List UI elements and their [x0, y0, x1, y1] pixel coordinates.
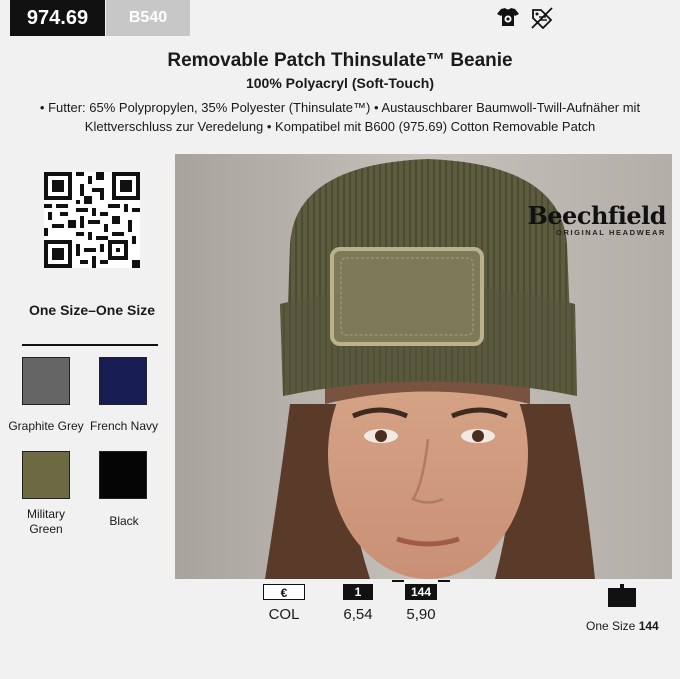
product-photo: Beechfield ORIGINAL HEADWEAR	[175, 154, 672, 579]
packaging-info: One Size 144	[586, 584, 659, 633]
color-label: Graphite Grey	[8, 419, 84, 433]
brand-name: Beechfield	[527, 201, 667, 230]
color-swatch-black[interactable]	[99, 451, 147, 499]
packaging-quantity-value: 144	[638, 619, 659, 633]
color-label: French Navy	[89, 419, 159, 433]
product-title: Removable Patch Thinsulate™ Beanie	[167, 50, 513, 71]
price-tier-1-value: 6,54	[343, 606, 373, 623]
tier-marker-left	[392, 580, 404, 582]
size-range: One Size–One Size	[28, 302, 156, 318]
color-label: Black	[109, 514, 139, 528]
packaging-size-label: One Size	[586, 619, 639, 633]
carton-icon	[607, 584, 637, 612]
embroidery-shirt-icon	[496, 7, 520, 29]
price-tier-1-label: 1	[343, 584, 373, 600]
tier-marker-right	[438, 580, 450, 582]
color-swatch-graphite-grey[interactable]	[22, 357, 70, 405]
currency-label: €	[263, 584, 305, 600]
color-swatch-military-green[interactable]	[22, 451, 70, 499]
brand-logo: Beechfield ORIGINAL HEADWEAR	[527, 201, 667, 238]
qr-code[interactable]	[44, 172, 140, 268]
no-label-icon	[530, 7, 554, 29]
col-label: COL	[268, 606, 300, 623]
packaging-quantity: One Size 144	[586, 619, 659, 633]
price-tier-2-label: 144	[405, 584, 437, 600]
article-number: 974.69	[10, 0, 105, 36]
model-code: B540	[106, 0, 190, 36]
size-divider	[22, 344, 158, 346]
product-description: • Futter: 65% Polypropylen, 35% Polyeste…	[39, 100, 641, 134]
header-bar: 974.69 B540	[0, 0, 680, 36]
color-swatch-french-navy[interactable]	[99, 357, 147, 405]
header-icons	[496, 7, 554, 29]
price-tier-2-value: 5,90	[406, 606, 436, 623]
product-material: 100% Polyacryl (Soft-Touch)	[245, 75, 434, 91]
color-label: Military Green	[27, 507, 65, 536]
